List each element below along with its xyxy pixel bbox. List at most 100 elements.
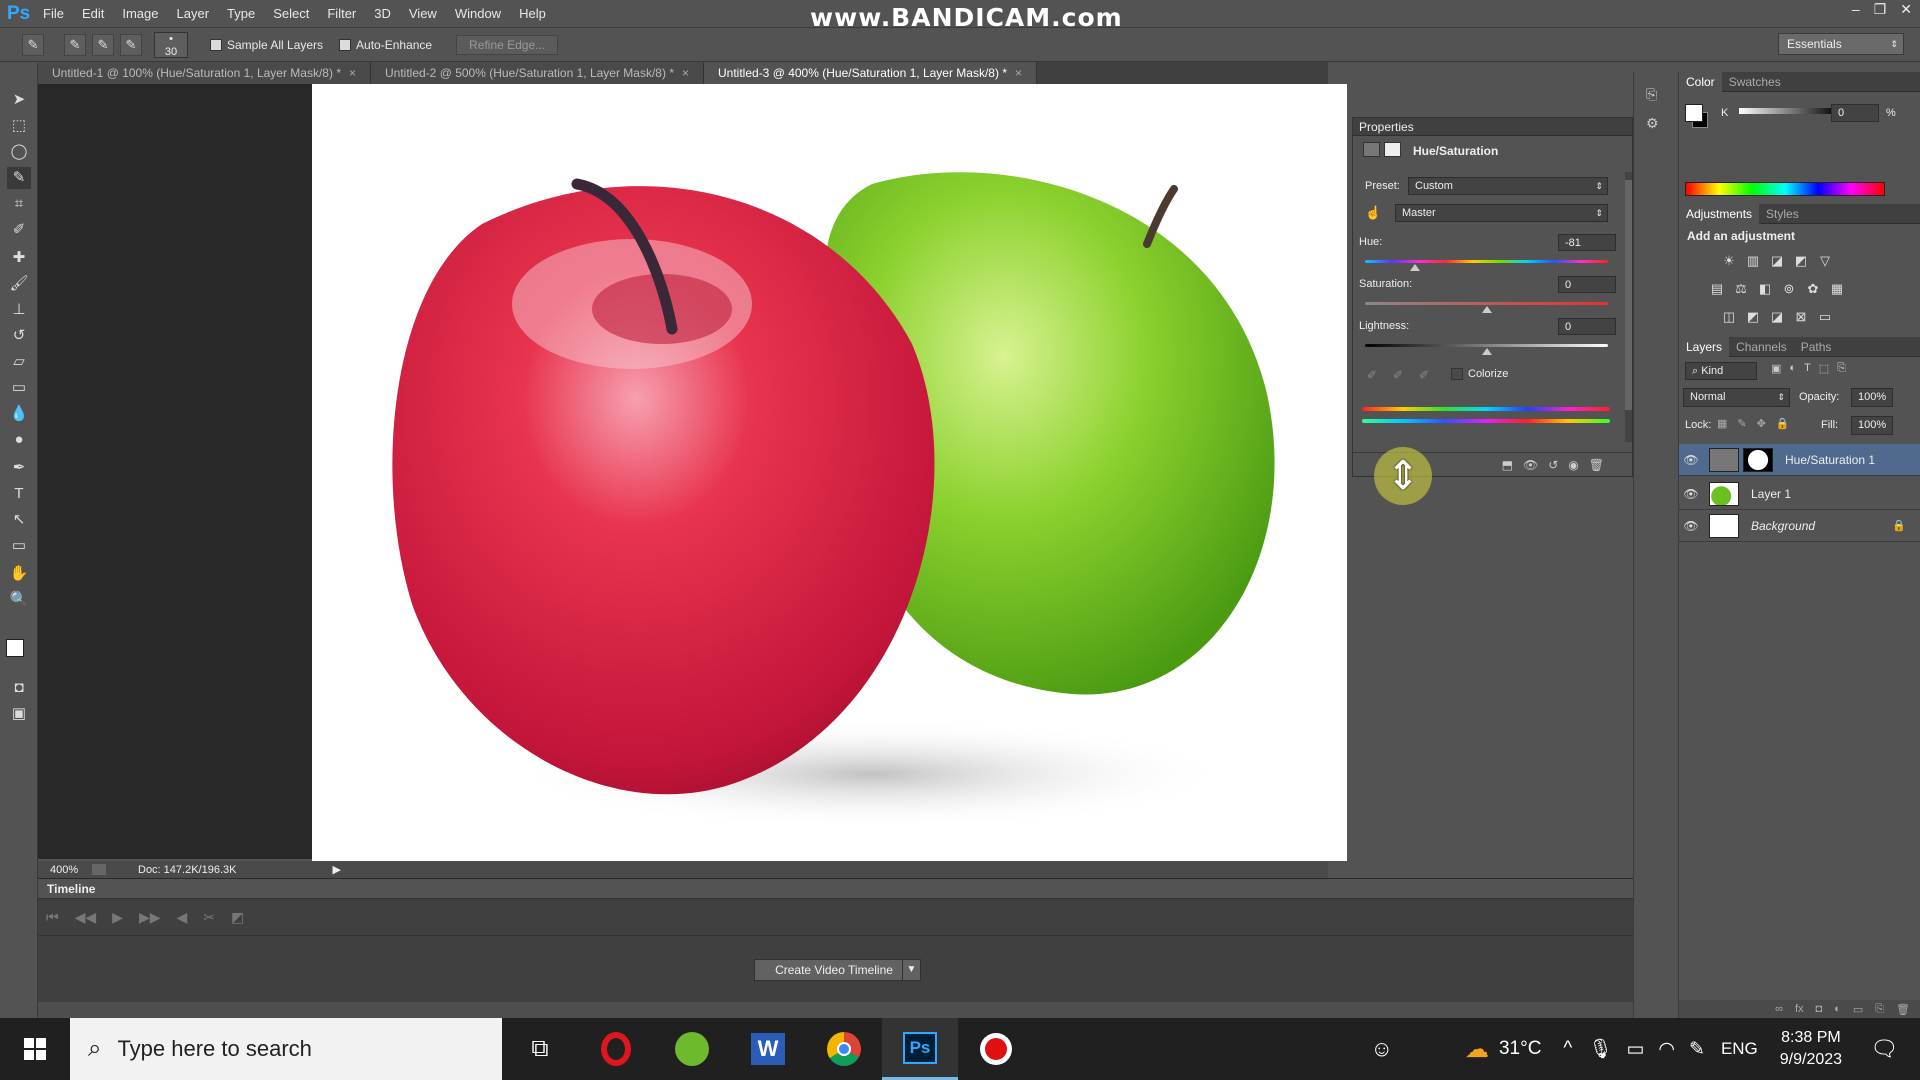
pixel-filter-icon[interactable]: ▣: [1771, 362, 1781, 375]
dodge-tool-icon[interactable]: ●: [7, 429, 31, 451]
tab-color[interactable]: Color: [1679, 71, 1722, 92]
brightness-icon[interactable]: ☀: [1719, 252, 1739, 270]
zoom-level[interactable]: 400%: [38, 864, 78, 876]
hue-value-input[interactable]: -81: [1558, 234, 1616, 251]
fg-color-swatch[interactable]: [1685, 104, 1703, 122]
app-green-icon[interactable]: [654, 1018, 730, 1080]
menu-file[interactable]: File: [34, 0, 73, 28]
task-view-icon[interactable]: ⧉: [502, 1018, 578, 1080]
new-adjustment-icon[interactable]: ◐: [1834, 1003, 1841, 1015]
crop-tool-icon[interactable]: ⌗: [7, 193, 31, 215]
auto-enhance-checkbox[interactable]: Auto-Enhance: [339, 38, 432, 52]
color-lookup-icon[interactable]: ▦: [1827, 280, 1847, 298]
zoom-tool-icon[interactable]: 🔍: [7, 589, 31, 611]
eye-icon[interactable]: 👁: [1679, 453, 1703, 467]
close-tab-icon[interactable]: ×: [682, 66, 689, 80]
pen-icon[interactable]: ✎: [1689, 1038, 1705, 1061]
brush-size-picker[interactable]: • 30: [154, 32, 188, 58]
new-layer-icon[interactable]: ⎘: [1875, 1003, 1884, 1016]
layer-row-background[interactable]: 👁 Background 🔒: [1679, 510, 1920, 542]
new-selection-icon[interactable]: ✎: [64, 34, 86, 56]
weather-icon[interactable]: ☁: [1465, 1035, 1489, 1064]
curves-icon[interactable]: ◪: [1767, 252, 1787, 270]
exposure-icon[interactable]: ◩: [1791, 252, 1811, 270]
healing-brush-tool-icon[interactable]: ✚: [7, 247, 31, 269]
gradient-tool-icon[interactable]: ▭: [7, 377, 31, 399]
tab-paths[interactable]: Paths: [1794, 337, 1839, 357]
refine-edge-button[interactable]: Refine Edge...: [456, 35, 559, 55]
menu-layer[interactable]: Layer: [168, 0, 219, 28]
tab-untitled-1[interactable]: Untitled-1 @ 100% (Hue/Saturation 1, Lay…: [38, 62, 371, 85]
marquee-tool-icon[interactable]: ⬚: [7, 115, 31, 137]
reset-icon[interactable]: ↺: [1548, 458, 1558, 472]
channel-mixer-icon[interactable]: ✿: [1803, 280, 1823, 298]
tab-untitled-2[interactable]: Untitled-2 @ 500% (Hue/Saturation 1, Lay…: [371, 62, 704, 85]
posterize-icon[interactable]: ◩: [1743, 308, 1763, 326]
quick-selection-tool-icon[interactable]: ✎: [7, 167, 31, 189]
close-tab-icon[interactable]: ×: [349, 66, 356, 80]
new-group-icon[interactable]: ▭: [1853, 1003, 1863, 1016]
eye-icon[interactable]: 👁: [1679, 519, 1703, 533]
layer-name[interactable]: Background: [1751, 519, 1815, 533]
word-icon[interactable]: W: [730, 1018, 806, 1080]
layer-name[interactable]: Layer 1: [1751, 487, 1791, 501]
wifi-icon[interactable]: ◠: [1658, 1038, 1675, 1061]
prev-frame-icon[interactable]: ◀◀: [75, 909, 97, 926]
photoshop-taskbar-icon[interactable]: Ps: [882, 1018, 958, 1080]
channel-select[interactable]: Master ⇕: [1395, 204, 1608, 222]
gradient-map-icon[interactable]: ▭: [1815, 308, 1835, 326]
workspace-select[interactable]: Essentials ⇕: [1778, 33, 1904, 55]
type-filter-icon[interactable]: T: [1804, 362, 1811, 375]
colorize-checkbox[interactable]: Colorize: [1451, 368, 1508, 380]
move-tool-icon[interactable]: ➤: [7, 89, 31, 111]
properties-scrollbar[interactable]: [1625, 172, 1632, 442]
split-icon[interactable]: ✂: [203, 909, 215, 926]
temperature[interactable]: 31°C: [1499, 1038, 1541, 1060]
lightness-slider-thumb[interactable]: [1482, 348, 1492, 355]
lock-position-icon[interactable]: ✥: [1757, 417, 1766, 430]
lock-transparency-icon[interactable]: ▦: [1717, 417, 1727, 430]
history-brush-tool-icon[interactable]: ↺: [7, 325, 31, 347]
chrome-icon[interactable]: [806, 1018, 882, 1080]
mask-thumbnail[interactable]: [1743, 447, 1773, 472]
next-frame-icon[interactable]: ▶▶: [139, 909, 161, 926]
lock-all-icon[interactable]: 🔒: [1776, 417, 1790, 430]
blur-tool-icon[interactable]: 💧: [7, 403, 31, 425]
close-tab-icon[interactable]: ×: [1015, 66, 1022, 80]
document-canvas[interactable]: [312, 84, 1347, 861]
taskbar-search[interactable]: ⌕ Type here to search: [70, 1018, 502, 1080]
minimize-button[interactable]: –: [1852, 0, 1860, 18]
screen-mode-icon[interactable]: ▣: [7, 703, 31, 725]
k-value-input[interactable]: 0: [1831, 104, 1879, 122]
chevron-up-icon[interactable]: ^: [1563, 1038, 1572, 1060]
lasso-tool-icon[interactable]: ◯: [7, 141, 31, 163]
layer-name[interactable]: Hue/Saturation 1: [1785, 453, 1875, 467]
chevron-down-icon[interactable]: ▼: [902, 959, 921, 981]
visibility-icon[interactable]: ◉: [1568, 458, 1578, 472]
subtract-from-selection-icon[interactable]: ✎: [120, 34, 142, 56]
hand-tool-icon[interactable]: ✋: [7, 563, 31, 585]
tab-untitled-3[interactable]: Untitled-3 @ 400% (Hue/Saturation 1, Lay…: [704, 62, 1037, 85]
blend-mode-select[interactable]: Normal ⇕: [1683, 388, 1790, 407]
layer-filter-select[interactable]: ⌕ Kind: [1685, 362, 1757, 380]
threshold-icon[interactable]: ◪: [1767, 308, 1787, 326]
foreground-color-swatch[interactable]: [6, 639, 24, 657]
battery-icon[interactable]: ▭: [1626, 1038, 1644, 1061]
eyedropper-minus-icon[interactable]: ✐: [1419, 368, 1429, 382]
k-slider[interactable]: [1739, 108, 1839, 114]
photo-filter-icon[interactable]: ⊚: [1779, 280, 1799, 298]
hue-saturation-icon[interactable]: ▤: [1707, 280, 1727, 298]
hue-slider[interactable]: [1365, 260, 1608, 263]
add-to-selection-icon[interactable]: ✎: [92, 34, 114, 56]
history-panel-icon[interactable]: ⎘: [1646, 86, 1678, 103]
saturation-slider-thumb[interactable]: [1482, 306, 1492, 313]
preset-select[interactable]: Custom ⇕: [1408, 177, 1608, 195]
targeted-adjustment-hand-icon[interactable]: ☝: [1365, 205, 1381, 221]
saturation-value-input[interactable]: 0: [1558, 276, 1616, 293]
sample-all-layers-checkbox[interactable]: Sample All Layers: [210, 38, 323, 52]
color-spectrum-ramp[interactable]: [1685, 182, 1885, 196]
menu-3d[interactable]: 3D: [365, 0, 400, 28]
rectangle-tool-icon[interactable]: ▭: [7, 535, 31, 557]
start-button[interactable]: [0, 1018, 70, 1080]
properties-panel-icon[interactable]: ⚙: [1646, 115, 1678, 132]
